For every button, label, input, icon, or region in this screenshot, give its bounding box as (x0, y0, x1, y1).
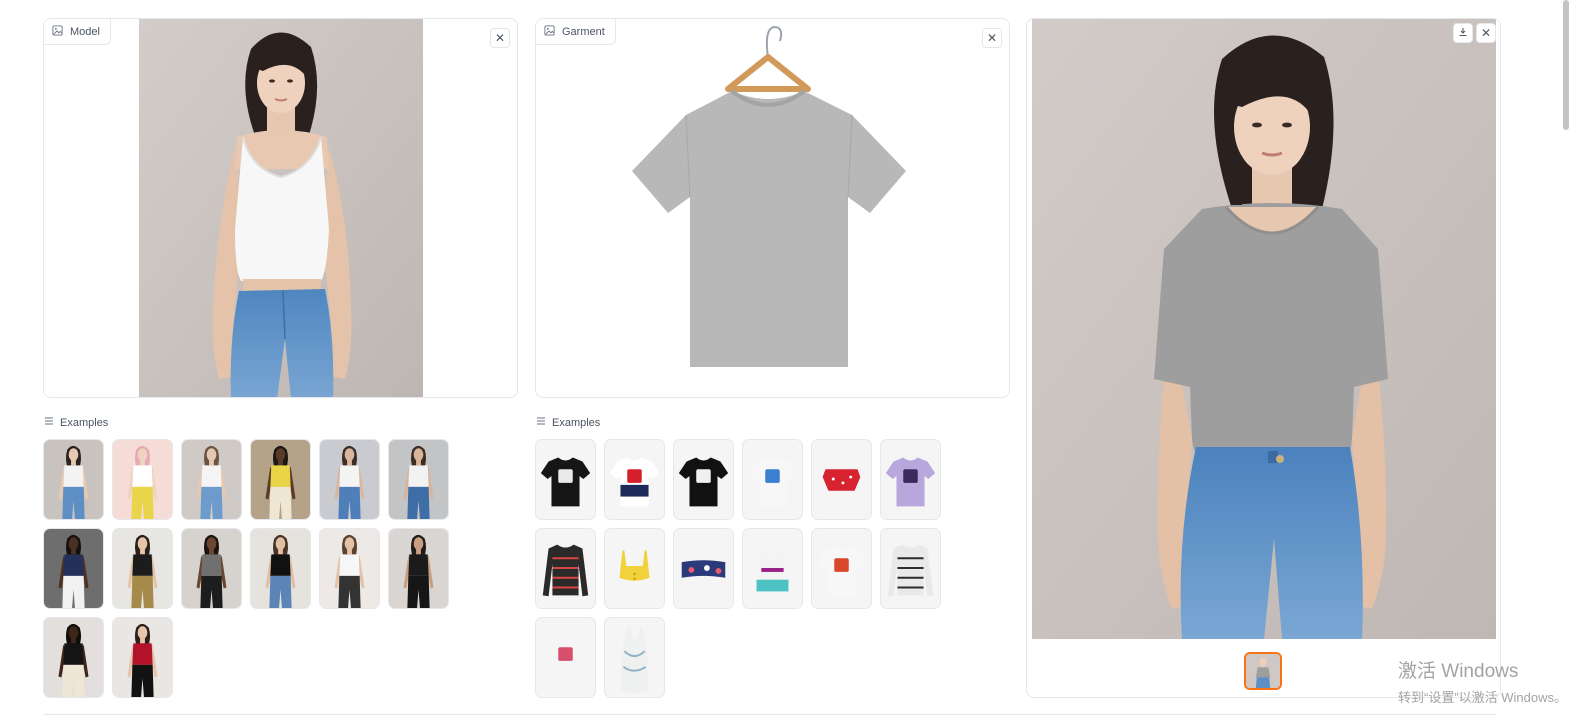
garment-panel-label: Garment (536, 19, 616, 45)
close-icon: ✕ (1480, 26, 1492, 40)
garment-example-thumb[interactable] (673, 439, 734, 520)
model-example-thumb[interactable] (112, 617, 173, 698)
model-example-thumb[interactable] (250, 439, 311, 520)
model-image-panel[interactable]: Model ✕ (43, 18, 518, 398)
garment-example-thumb[interactable] (673, 528, 734, 609)
garment-example-thumb[interactable] (742, 528, 803, 609)
model-example-thumb[interactable] (181, 439, 242, 520)
garment-example-thumb[interactable] (535, 617, 596, 698)
image-icon (544, 24, 555, 39)
garment-example-thumb[interactable] (604, 617, 665, 698)
model-image (139, 19, 423, 397)
garment-example-thumb[interactable] (811, 439, 872, 520)
model-panel-label: Model (44, 19, 111, 45)
garment-example-thumb[interactable] (604, 439, 665, 520)
garment-example-thumb[interactable] (604, 528, 665, 609)
garment-example-thumb[interactable] (742, 439, 803, 520)
garment-examples-label: Examples (552, 416, 601, 429)
download-icon (1458, 27, 1468, 39)
model-example-thumb[interactable] (319, 439, 380, 520)
close-icon: ✕ (494, 31, 506, 45)
image-icon (52, 24, 63, 39)
result-gallery-panel: ✕ (1026, 18, 1501, 698)
garment-example-thumb[interactable] (535, 439, 596, 520)
model-examples-label: Examples (60, 416, 109, 429)
model-example-thumb[interactable] (112, 439, 173, 520)
garment-examples-grid (535, 439, 941, 698)
model-example-thumb[interactable] (43, 528, 104, 609)
page-scrollbar[interactable] (1563, 0, 1569, 130)
result-thumbnail[interactable] (1244, 652, 1282, 690)
garment-example-thumb[interactable] (880, 439, 941, 520)
model-example-thumb[interactable] (388, 528, 449, 609)
model-example-thumb[interactable] (43, 439, 104, 520)
close-icon: ✕ (986, 31, 998, 45)
model-example-thumb[interactable] (250, 528, 311, 609)
model-example-thumb[interactable] (319, 528, 380, 609)
model-clear-button[interactable]: ✕ (490, 28, 510, 48)
garment-clear-button[interactable]: ✕ (982, 28, 1002, 48)
model-example-thumb[interactable] (181, 528, 242, 609)
garment-example-thumb[interactable] (880, 528, 941, 609)
list-icon (536, 416, 546, 429)
result-image[interactable] (1032, 19, 1496, 639)
model-example-thumb[interactable] (112, 528, 173, 609)
garment-image-panel[interactable]: Garment ✕ (535, 18, 1010, 398)
result-clear-button[interactable]: ✕ (1476, 23, 1496, 43)
model-examples-header: Examples (44, 416, 108, 429)
model-example-thumb[interactable] (388, 439, 449, 520)
list-icon (44, 416, 54, 429)
download-button[interactable] (1453, 23, 1473, 43)
garment-example-thumb[interactable] (535, 528, 596, 609)
garment-label-text: Garment (562, 25, 605, 38)
model-examples-grid (43, 439, 449, 698)
model-label-text: Model (70, 25, 100, 38)
garment-examples-header: Examples (536, 416, 600, 429)
garment-image (536, 19, 1009, 397)
garment-example-thumb[interactable] (811, 528, 872, 609)
bottom-divider (44, 714, 1496, 715)
model-example-thumb[interactable] (43, 617, 104, 698)
